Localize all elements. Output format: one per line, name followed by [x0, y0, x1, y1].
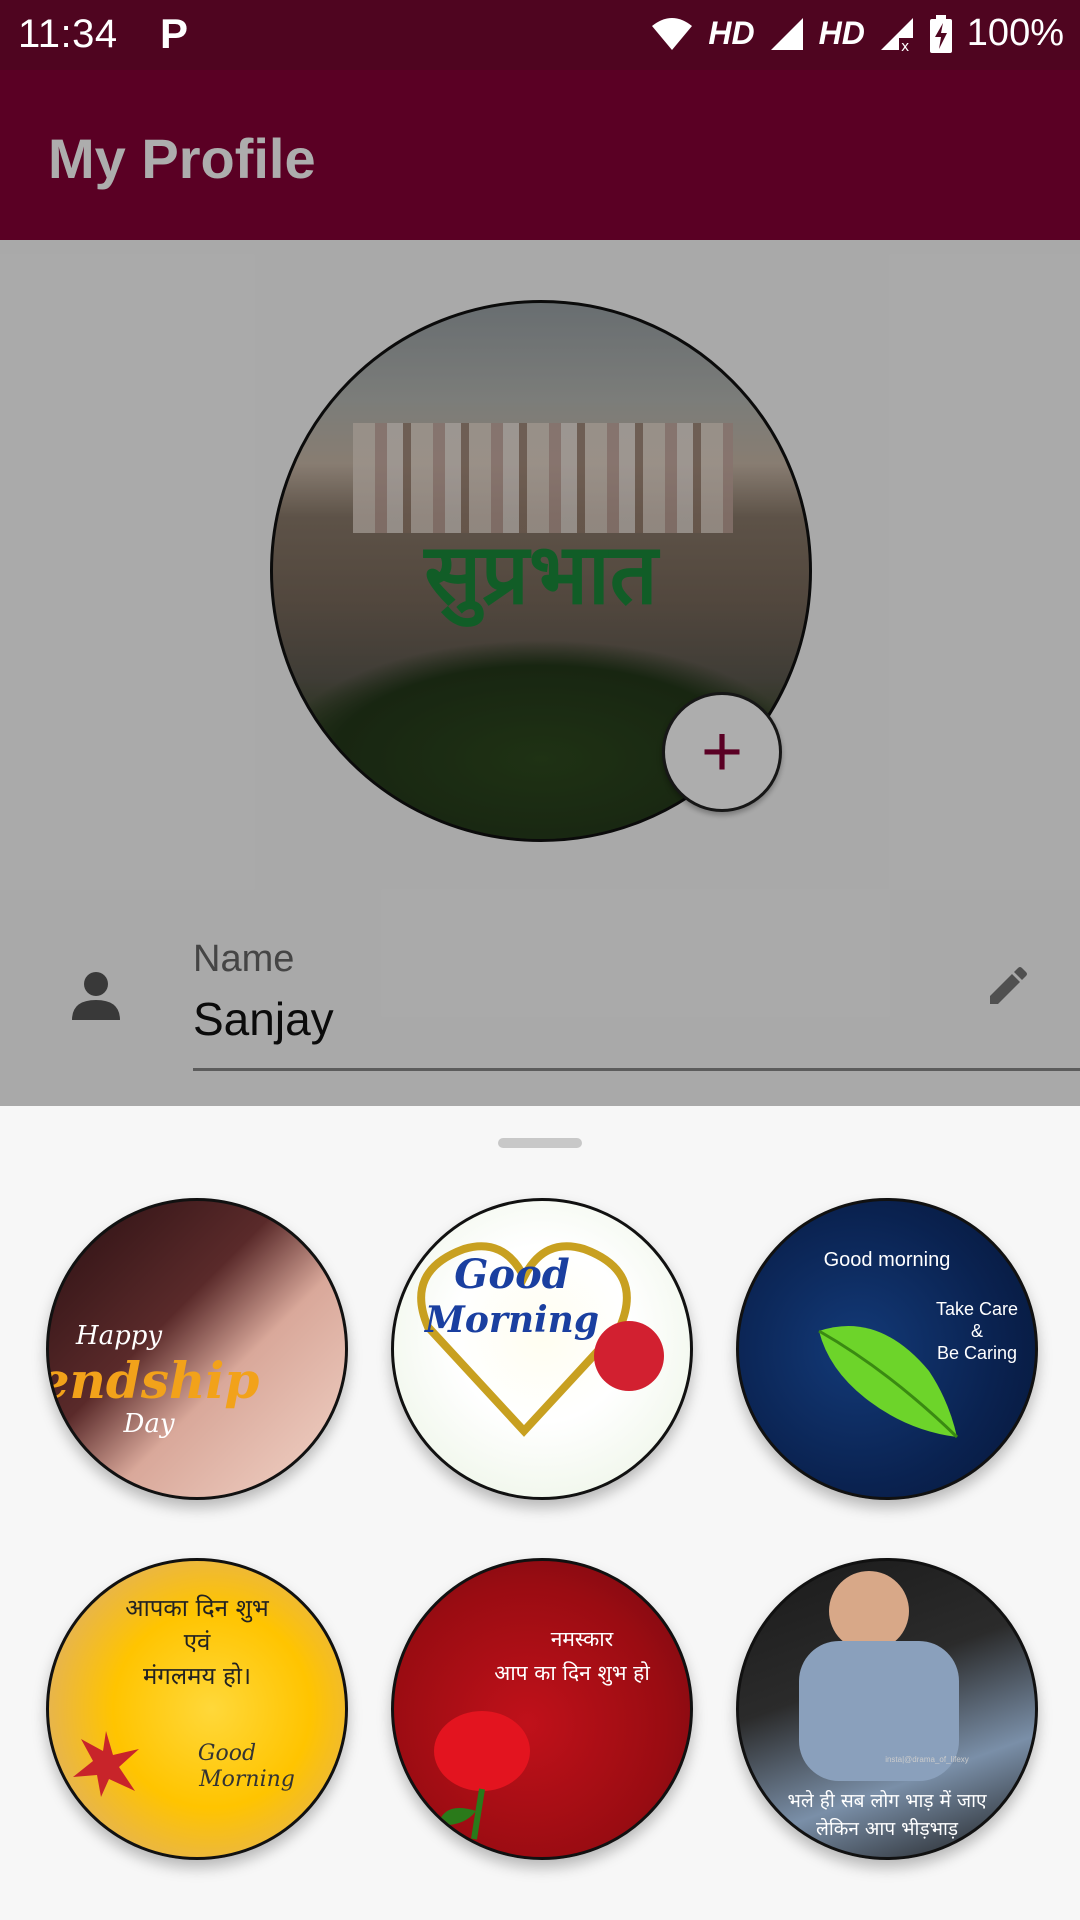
image-thumbnail-1[interactable]: Happy iendship Day	[46, 1198, 348, 1500]
status-time: 11:34	[18, 12, 118, 56]
thumb-1-line-3: Day	[123, 1409, 175, 1439]
thumb-6-line-1: insta|@drama_of_lifexy	[885, 1755, 969, 1764]
thumb-1-line-1: Happy	[75, 1321, 163, 1351]
status-bar: 11:34 P HD HD x 100%	[0, 0, 1080, 70]
hd-label-2: HD	[818, 15, 865, 51]
sheet-drag-handle[interactable]	[498, 1138, 582, 1148]
image-picker-bottom-sheet: Happy iendship Day Good Morning 1 Good m…	[0, 1106, 1080, 1920]
thumb-6-line-3: लेकिन आप भीड़भाड़	[815, 1818, 959, 1840]
image-thumbnail-4[interactable]: आपका दिन शुभ एवं मंगलमय हो। Good Morning	[46, 1558, 348, 1860]
thumb-1-line-2: iendship	[49, 1351, 260, 1410]
rose-icon	[434, 1711, 530, 1840]
leaf-icon	[818, 1326, 959, 1439]
battery-charging-icon	[929, 14, 952, 53]
svg-text:x: x	[901, 39, 909, 52]
thumb-6-line-2: भले ही सब लोग भाड़ में जाए	[787, 1790, 987, 1812]
signal-icon	[770, 17, 803, 50]
signal-no-data-icon: x	[880, 17, 913, 52]
status-icons: HD HD x 100%	[650, 12, 1064, 55]
thumb-3-line-1: Good morning	[823, 1249, 951, 1271]
hd-label-1: HD	[708, 15, 755, 51]
thumb-4-line-1: आपका दिन शुभ	[125, 1594, 269, 1622]
person-figure	[829, 1571, 909, 1651]
modal-scrim[interactable]	[0, 70, 1080, 1106]
roses-decoration	[594, 1321, 664, 1391]
battery-percent: 100%	[966, 12, 1064, 54]
thumb-2-line-1: Good	[454, 1251, 570, 1298]
thumb-5-line-2: आप का दिन शुभ हो	[494, 1661, 650, 1685]
wifi-icon	[652, 17, 693, 50]
app-notification-icon: P	[160, 10, 189, 57]
image-thumbnail-2[interactable]: Good Morning 1	[391, 1198, 693, 1500]
image-thumbnail-6[interactable]: insta|@drama_of_lifexy भले ही सब लोग भाड…	[736, 1558, 1038, 1860]
star-burst-icon	[73, 1731, 139, 1797]
image-thumbnail-3[interactable]: Good morning Take Care & Be Caring	[736, 1198, 1038, 1500]
thumb-5-line-1: नमस्कार	[550, 1627, 614, 1651]
thumb-4-line-3: मंगलमय हो।	[142, 1662, 252, 1690]
thumb-4-line-2: एवं	[183, 1628, 211, 1656]
image-thumbnail-5[interactable]: नमस्कार आप का दिन शुभ हो	[391, 1558, 693, 1860]
